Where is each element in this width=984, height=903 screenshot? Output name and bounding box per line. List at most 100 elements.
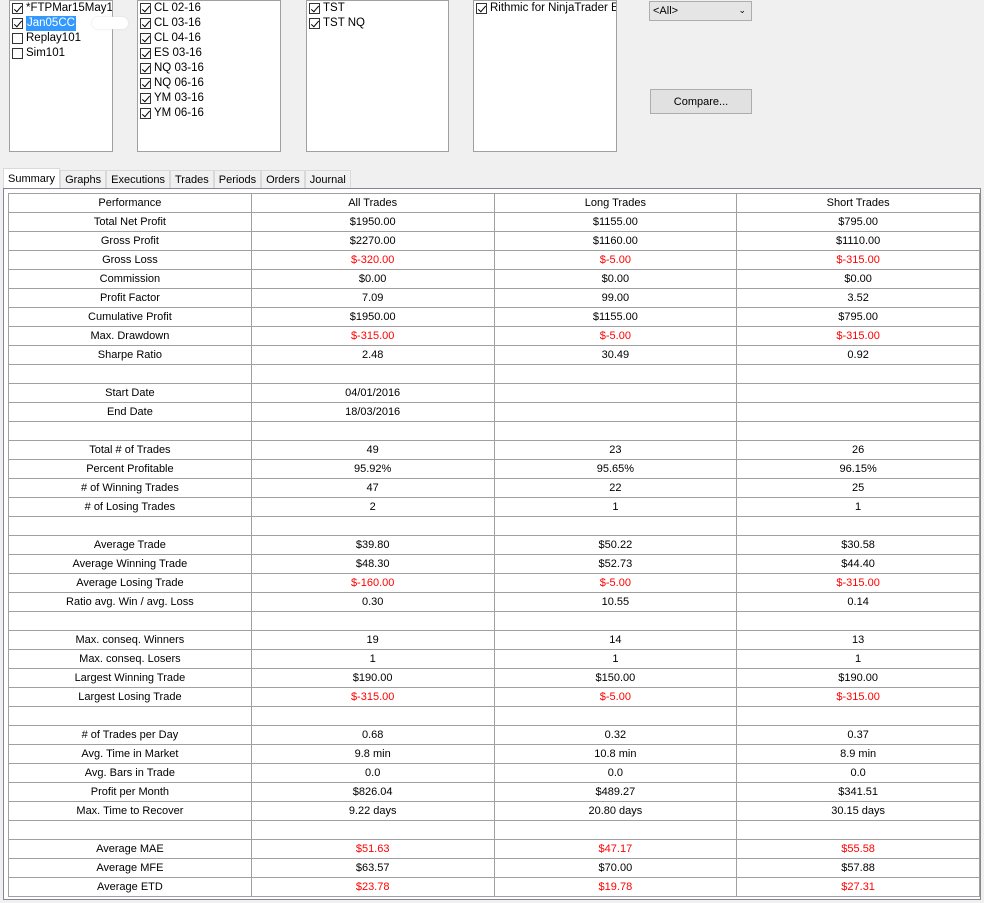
metric-value [736, 516, 980, 536]
compare-button[interactable]: Compare... [650, 89, 752, 114]
strategy-checkbox[interactable] [309, 18, 320, 29]
table-row: Start Date 04/01/2016 [8, 383, 980, 403]
strategy-checkbox[interactable] [309, 3, 320, 14]
metric-label: Average Winning Trade [8, 554, 252, 574]
metric-value: $55.58 [736, 839, 980, 859]
metric-value [250, 516, 495, 536]
metric-value [493, 611, 738, 631]
account-checkbox[interactable] [12, 33, 23, 44]
instrument-checkbox[interactable] [140, 93, 151, 104]
tab-trades[interactable]: Trades [169, 170, 214, 188]
instrument-checkbox[interactable] [140, 18, 151, 29]
metric-value: $1155.00 [493, 307, 738, 327]
metric-value: 2.48 [250, 345, 495, 365]
metric-label: # of Trades per Day [8, 725, 252, 745]
metric-value: $30.58 [736, 535, 980, 555]
table-row: Total Net Profit $1950.00 $1155.00 $795.00 [8, 212, 980, 232]
account-item[interactable]: Sim101 [10, 46, 112, 61]
table-row: Max. conseq. Winners 19 14 13 [8, 630, 980, 650]
connection-checkbox[interactable] [476, 3, 487, 14]
account-item[interactable]: *FTPMar15May1 [10, 1, 112, 16]
redaction-mark [92, 17, 128, 29]
metric-label [8, 421, 252, 441]
metric-value [493, 402, 738, 422]
metric-label: Avg. Bars in Trade [8, 763, 252, 783]
instrument-item[interactable]: CL 03-16 [138, 16, 280, 31]
metric-value: $-5.00 [493, 326, 738, 346]
strategies-listbox[interactable]: TST TST NQ [306, 0, 449, 152]
instrument-item[interactable]: YM 06-16 [138, 106, 280, 121]
tab-periods[interactable]: Periods [213, 170, 262, 188]
metric-value [493, 364, 738, 384]
account-item[interactable]: Replay101 [10, 31, 112, 46]
instrument-item[interactable]: YM 03-16 [138, 91, 280, 106]
strategy-label: TST [323, 2, 345, 14]
instrument-item[interactable]: CL 02-16 [138, 1, 280, 16]
instrument-checkbox[interactable] [140, 3, 151, 14]
metric-value: $150.00 [493, 668, 738, 688]
table-row: End Date 18/03/2016 [8, 402, 980, 422]
strategy-item[interactable]: TST [307, 1, 448, 16]
connections-listbox[interactable]: Rithmic for NinjaTrader E [473, 0, 617, 152]
metric-value: $2270.00 [250, 231, 495, 251]
account-checkbox[interactable] [12, 3, 23, 14]
tab-summary[interactable]: Summary [3, 168, 61, 188]
table-row: Cumulative Profit $1950.00 $1155.00 $795.00 [8, 307, 980, 327]
instrument-checkbox[interactable] [140, 78, 151, 89]
metric-label: Max. conseq. Winners [8, 630, 252, 650]
table-row: Gross Profit $2270.00 $1160.00 $1110.00 [8, 231, 980, 251]
metric-value [250, 611, 495, 631]
instrument-checkbox[interactable] [140, 63, 151, 74]
summary-grid[interactable]: Performance All Trades Long Trades Short Tr… [3, 188, 981, 900]
metric-value: $-160.00 [250, 573, 495, 593]
instruments-listbox[interactable]: CL 02-16 CL 03-16 CL 04-16 ES 03-16 NQ 03-16… [137, 0, 281, 152]
instrument-item[interactable]: NQ 03-16 [138, 61, 280, 76]
metric-label [8, 516, 252, 536]
metric-value: $190.00 [736, 668, 980, 688]
table-row: Average Trade $39.80 $50.22 $30.58 [8, 535, 980, 555]
table-row: # of Trades per Day 0.68 0.32 0.37 [8, 725, 980, 745]
account-checkbox[interactable] [12, 18, 23, 29]
instrument-item[interactable]: CL 04-16 [138, 31, 280, 46]
instrument-label: NQ 06-16 [154, 77, 204, 89]
instrument-item[interactable]: ES 03-16 [138, 46, 280, 61]
filter-select[interactable]: <All> ⌄ [649, 1, 752, 21]
metric-value: $190.00 [250, 668, 495, 688]
metric-value [250, 820, 495, 840]
tab-orders[interactable]: Orders [261, 170, 305, 188]
instrument-label: NQ 03-16 [154, 62, 204, 74]
metric-label: # of Winning Trades [8, 478, 252, 498]
table-row: # of Winning Trades 47 22 25 [8, 478, 980, 498]
tab-graphs[interactable]: Graphs [60, 170, 107, 188]
metric-value: $-315.00 [736, 326, 980, 346]
table-row: Commission $0.00 $0.00 $0.00 [8, 269, 980, 289]
metric-value: 0.37 [736, 725, 980, 745]
instrument-checkbox[interactable] [140, 48, 151, 59]
metric-value [250, 364, 495, 384]
metric-value: $39.80 [250, 535, 495, 555]
table-row: Ratio avg. Win / avg. Loss 0.30 10.55 0.14 [8, 592, 980, 612]
metric-value: 1 [493, 497, 738, 517]
table-row [8, 421, 980, 441]
metric-label: Max. Time to Recover [8, 801, 252, 821]
instrument-label: CL 04-16 [154, 32, 201, 44]
metric-value: $-5.00 [493, 687, 738, 707]
connection-item[interactable]: Rithmic for NinjaTrader E [474, 1, 616, 16]
instrument-item[interactable]: NQ 06-16 [138, 76, 280, 91]
tab-journal[interactable]: Journal [304, 170, 351, 188]
tab-executions[interactable]: Executions [106, 170, 170, 188]
strategy-item[interactable]: TST NQ [307, 16, 448, 31]
metric-value: $0.00 [250, 269, 495, 289]
table-row: # of Losing Trades 2 1 1 [8, 497, 980, 517]
metric-value: $51.63 [250, 839, 495, 859]
instrument-checkbox[interactable] [140, 33, 151, 44]
metric-label: Gross Loss [8, 250, 252, 270]
instrument-checkbox[interactable] [140, 108, 151, 119]
metric-label: Total Net Profit [8, 212, 252, 232]
metric-value: 26 [736, 440, 980, 460]
account-label: Jan05CC [26, 16, 76, 31]
metric-label: Cumulative Profit [8, 307, 252, 327]
account-checkbox[interactable] [12, 48, 23, 59]
metric-label: Profit per Month [8, 782, 252, 802]
metric-value: 2 [250, 497, 495, 517]
